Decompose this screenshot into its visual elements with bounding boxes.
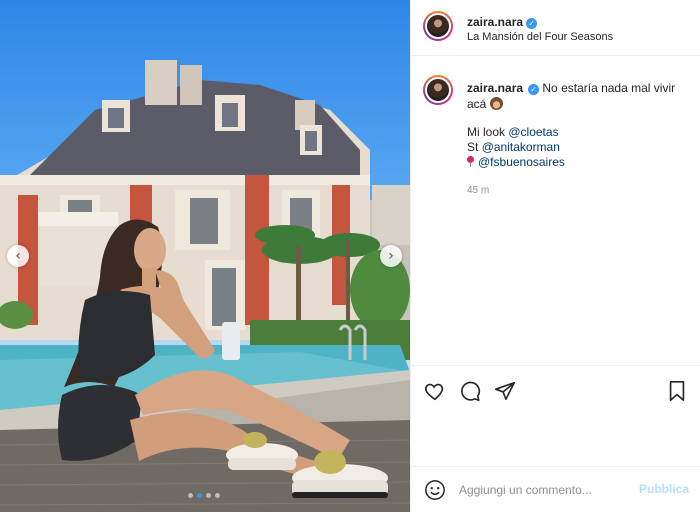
carousel-dot-active bbox=[197, 493, 202, 498]
chevron-right-icon: › bbox=[388, 248, 394, 264]
st-credit: St @anitakorman bbox=[467, 140, 565, 155]
bookmark-icon[interactable] bbox=[666, 380, 688, 402]
username-link[interactable]: zaira.nara bbox=[467, 15, 523, 29]
mention-cloetas[interactable]: @cloetas bbox=[508, 125, 558, 139]
photo-scene bbox=[0, 60, 410, 512]
share-icon[interactable] bbox=[494, 380, 516, 402]
emoji-icon[interactable] bbox=[424, 479, 446, 501]
post-photo[interactable]: ‹ › bbox=[0, 0, 410, 512]
publish-button[interactable]: Pubblica bbox=[639, 482, 689, 496]
carousel-dot bbox=[206, 493, 211, 498]
verified-badge-icon: ✓ bbox=[526, 18, 538, 29]
caption-credits: Mi look @cloetas St @anitakorman @fsbuen… bbox=[467, 125, 565, 170]
post-timestamp[interactable]: 45 m bbox=[467, 185, 489, 196]
mention-anitakorman[interactable]: @anitakorman bbox=[482, 140, 560, 154]
heart-icon[interactable] bbox=[424, 380, 446, 402]
look-credit: Mi look @cloetas bbox=[467, 125, 565, 140]
verified-badge-icon: ✓ bbox=[528, 84, 540, 95]
caption-username-link[interactable]: zaira.nara bbox=[467, 81, 523, 95]
comment-icon[interactable] bbox=[459, 380, 481, 402]
avatar[interactable] bbox=[423, 11, 453, 41]
header-user: zaira.nara ✓ bbox=[467, 13, 538, 31]
look-prefix: Mi look bbox=[467, 125, 506, 139]
carousel-dot bbox=[215, 493, 220, 498]
pin-icon bbox=[467, 156, 474, 167]
st-prefix: St bbox=[467, 140, 479, 154]
carousel-prev-button[interactable]: ‹ bbox=[7, 245, 29, 267]
post-side-panel: zaira.nara ✓ La Mansión del Four Seasons … bbox=[410, 0, 700, 512]
comment-input[interactable] bbox=[459, 480, 634, 500]
post-header: zaira.nara ✓ La Mansión del Four Seasons bbox=[411, 0, 700, 56]
location-credit: @fsbuenosaires bbox=[467, 155, 565, 170]
action-bar bbox=[411, 365, 700, 415]
caption-avatar[interactable] bbox=[423, 75, 453, 105]
chevron-left-icon: ‹ bbox=[15, 248, 21, 264]
carousel-indicator bbox=[188, 493, 220, 498]
mention-fsbuenosaires[interactable]: @fsbuenosaires bbox=[478, 155, 565, 169]
carousel-next-button[interactable]: › bbox=[380, 245, 402, 267]
location-link[interactable]: La Mansión del Four Seasons bbox=[467, 31, 613, 43]
caption-line: zaira.nara ✓ No estaría nada mal vivir ac… bbox=[467, 80, 692, 112]
carousel-dot bbox=[188, 493, 193, 498]
see-no-evil-monkey-icon bbox=[490, 97, 504, 110]
comment-bar: Pubblica bbox=[411, 466, 700, 512]
